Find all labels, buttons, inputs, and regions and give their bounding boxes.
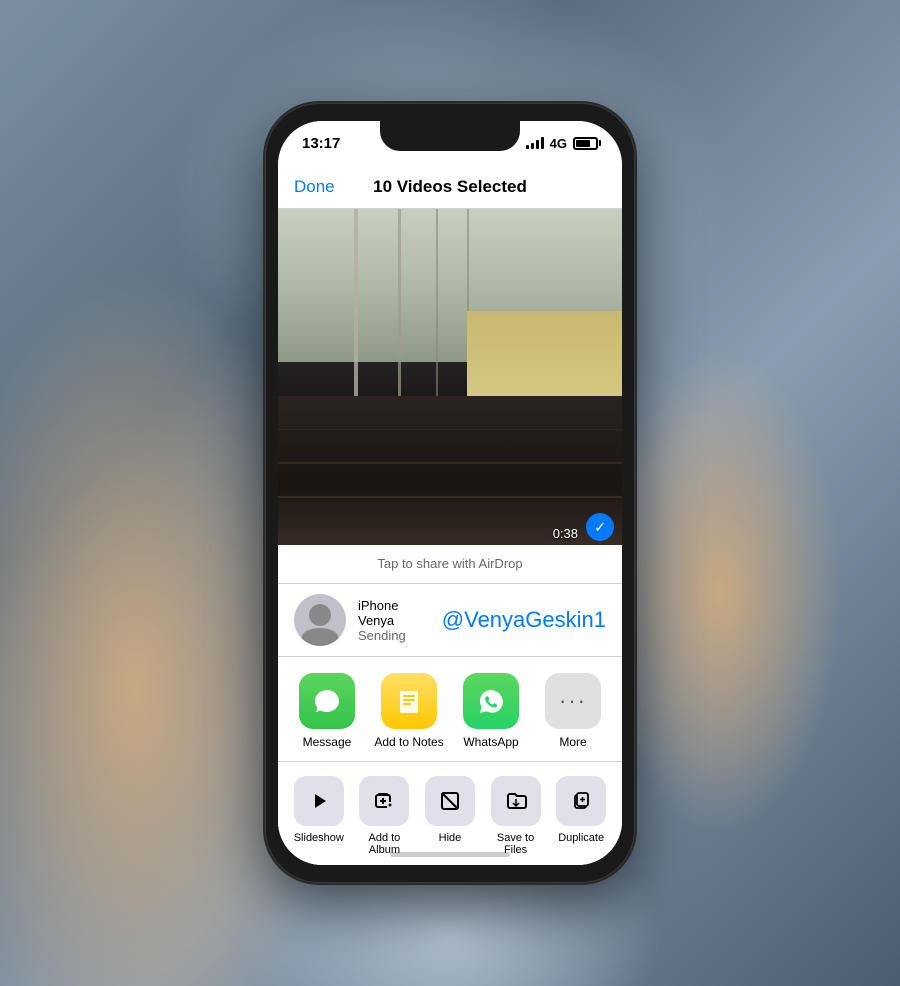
avatar	[294, 594, 346, 646]
selected-badge: ✓	[586, 513, 614, 541]
action-hide[interactable]: Hide	[420, 776, 480, 844]
phone-notch	[380, 121, 520, 151]
save-files-icon-box	[491, 776, 541, 826]
actions-row: Slideshow	[278, 762, 622, 865]
phone-device: 13:17 4G Done 10 Videos Selected	[265, 103, 635, 883]
duplicate-label: Duplicate	[558, 832, 604, 844]
action-save-files[interactable]: Save to Files	[486, 776, 546, 856]
message-icon-svg	[312, 686, 342, 716]
share-apps-row: Message Add to Notes	[278, 657, 622, 762]
notes-app-label: Add to Notes	[374, 735, 443, 749]
share-sheet: Tap to share with AirDrop iPhone Venya S…	[278, 545, 622, 865]
more-dots: ···	[559, 688, 587, 714]
whatsapp-app-label: WhatsApp	[463, 735, 518, 749]
home-indicator	[390, 852, 510, 857]
battery-fill	[576, 140, 590, 147]
hide-icon-box	[425, 776, 475, 826]
airdrop-banner: Tap to share with AirDrop	[278, 545, 622, 584]
share-app-more[interactable]: ··· More	[538, 673, 608, 749]
phone-screen: 13:17 4G Done 10 Videos Selected	[278, 121, 622, 865]
hide-label: Hide	[439, 832, 462, 844]
airdrop-hint-text: Tap to share with AirDrop	[377, 556, 522, 571]
hide-icon	[439, 790, 461, 812]
avatar-body	[302, 628, 338, 646]
action-add-album[interactable]: Add to Album	[354, 776, 414, 856]
pier-visual	[278, 209, 622, 549]
avatar-person	[294, 594, 346, 646]
contact-name: iPhone Venya	[358, 598, 430, 628]
network-type: 4G	[550, 136, 567, 151]
notes-app-icon	[381, 673, 437, 729]
airdrop-contact-row[interactable]: iPhone Venya Sending @VenyaGeskin1	[278, 584, 622, 657]
duplicate-icon	[570, 790, 592, 812]
share-app-notes[interactable]: Add to Notes	[374, 673, 444, 749]
notes-icon-svg	[394, 686, 424, 716]
more-app-label: More	[559, 735, 586, 749]
contact-info: iPhone Venya Sending	[358, 598, 430, 643]
done-button[interactable]: Done	[294, 177, 335, 197]
whatsapp-icon-svg	[476, 686, 506, 716]
duplicate-icon-box	[556, 776, 606, 826]
status-icons: 4G	[526, 136, 598, 151]
add-album-icon-box	[359, 776, 409, 826]
slideshow-icon-box	[294, 776, 344, 826]
nav-title: 10 Videos Selected	[373, 177, 527, 197]
contact-status: Sending	[358, 628, 430, 643]
signal-icon	[526, 137, 544, 149]
share-app-whatsapp[interactable]: WhatsApp	[456, 673, 526, 749]
slideshow-label: Slideshow	[294, 832, 344, 844]
navigation-bar: Done 10 Videos Selected	[278, 165, 622, 209]
action-slideshow[interactable]: Slideshow	[289, 776, 349, 844]
whatsapp-app-icon	[463, 673, 519, 729]
share-app-message[interactable]: Message	[292, 673, 362, 749]
airdrop-username: @VenyaGeskin1	[442, 607, 606, 633]
slideshow-icon	[308, 790, 330, 812]
message-app-icon	[299, 673, 355, 729]
status-time: 13:17	[302, 135, 340, 152]
message-app-label: Message	[303, 735, 352, 749]
save-files-icon	[505, 790, 527, 812]
preview-image: 0:38 ✓	[278, 209, 622, 549]
action-duplicate[interactable]: Duplicate	[551, 776, 611, 844]
add-album-icon	[373, 790, 395, 812]
avatar-head	[309, 604, 331, 626]
battery-icon	[573, 137, 598, 150]
video-duration: 0:38	[553, 526, 578, 541]
video-preview: 0:38 ✓	[278, 209, 622, 549]
more-app-icon: ···	[545, 673, 601, 729]
